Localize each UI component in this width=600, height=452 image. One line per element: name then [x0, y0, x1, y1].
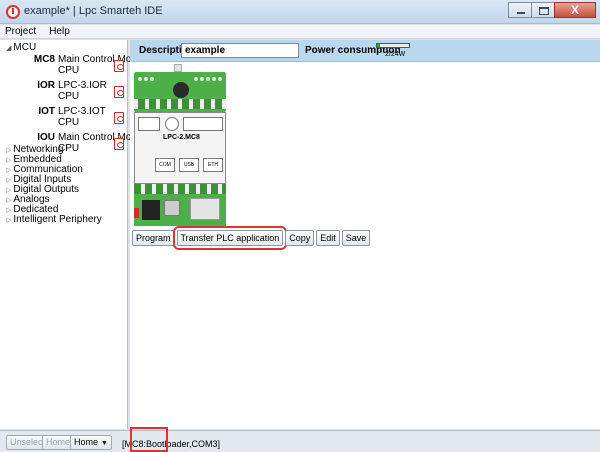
module-code: IOR [37, 80, 55, 91]
copy-button[interactable]: Copy [285, 230, 315, 246]
module-code: MC8 [33, 54, 55, 65]
power-consumption-value: 2/24W [385, 51, 406, 58]
module-tree: ◢ MCU MC8 Main Control Module CPU IOR LPC… [0, 40, 150, 429]
collapsed-triangle-icon: ▷ [6, 167, 12, 174]
collapsed-triangle-icon: ▷ [6, 187, 12, 194]
maximize-icon [539, 7, 549, 15]
collapsed-triangle-icon: ▷ [6, 217, 12, 224]
device-eth-socket [190, 198, 220, 220]
collapsed-triangle-icon: ▷ [6, 147, 12, 154]
pdf-icon[interactable] [114, 60, 124, 72]
device-bottom-connector [134, 184, 226, 226]
device-image: LPC-2.MC8 COM USB ETH [134, 64, 226, 227]
power-consumption-fill [377, 44, 380, 47]
description-input[interactable]: example [181, 43, 299, 58]
module-code: IOT [38, 106, 55, 117]
device-top-connector [134, 64, 226, 112]
status-highlight-box [130, 427, 168, 452]
menu-project[interactable]: Project [0, 25, 41, 39]
tree-node-mcu[interactable]: ◢ MCU [6, 42, 36, 53]
device-pins-bottom [134, 184, 226, 194]
device-usb-socket [164, 200, 180, 216]
module-sub: CPU [58, 117, 80, 128]
window-controls: X [508, 2, 596, 18]
device-red-marker [134, 208, 139, 218]
module-code: IOU [37, 132, 55, 143]
device-notch [174, 64, 182, 72]
status-bar: Unselect Home Home ▼ [MC8:Bootloader,COM3… [0, 430, 600, 452]
tree-node-intelligent-periphery[interactable]: ▷ Intelligent Periphery [6, 214, 102, 227]
collapsed-triangle-icon: ▷ [6, 177, 12, 184]
title-bar: example* | Lpc Smarteh IDE X [0, 0, 600, 24]
module-sub: CPU [58, 91, 80, 102]
device-port-usb: USB [179, 158, 199, 172]
device-fuse [165, 117, 179, 131]
menu-bar: Project Help [0, 25, 600, 39]
window-title: example* | Lpc Smarteh IDE [24, 5, 163, 17]
pdf-icon[interactable] [114, 86, 124, 98]
device-model-label: LPC-2.MC8 [163, 134, 200, 141]
collapsed-triangle-icon: ▷ [6, 207, 12, 214]
device-pins-top [134, 99, 226, 109]
save-button[interactable]: Save [341, 230, 371, 246]
device-terminal-right [194, 77, 222, 81]
transfer-plc-application-button[interactable]: Transfer PLC application [172, 226, 288, 250]
device-black-module [142, 200, 160, 220]
edit-button[interactable]: Edit [316, 230, 340, 246]
chevron-down-icon: ▼ [101, 440, 108, 447]
app-icon [6, 5, 20, 19]
device-port-com: COM [155, 158, 175, 172]
close-icon: X [570, 3, 579, 17]
module-name: LPC-3.IOT [58, 106, 106, 117]
pdf-icon[interactable] [114, 112, 124, 124]
pdf-icon[interactable] [114, 138, 124, 150]
maximize-button[interactable] [531, 2, 555, 18]
device-port-eth: ETH [203, 158, 223, 172]
program-button[interactable]: Program [132, 230, 175, 246]
close-button[interactable]: X [554, 2, 596, 18]
module-name: LPC-3.IOR [58, 80, 107, 91]
minimize-button[interactable] [508, 2, 532, 18]
device-body: LPC-2.MC8 COM USB ETH [134, 112, 226, 184]
main-panel: Description example Power consumption 2/… [130, 40, 600, 429]
menu-help[interactable]: Help [44, 25, 75, 39]
device-terminal-block [138, 117, 160, 131]
home-dropdown[interactable]: Home ▼ [70, 435, 112, 450]
device-knob [173, 82, 189, 98]
tree-node-label: MCU [13, 42, 37, 53]
home-dropdown-label: Home [74, 437, 99, 447]
power-consumption-bar [376, 43, 410, 48]
minimize-icon [517, 12, 525, 14]
action-buttons: Program Transfer PLC application Copy Ed… [132, 226, 371, 250]
collapsed-triangle-icon: ▷ [6, 197, 12, 204]
device-can-block [183, 117, 223, 131]
collapsed-triangle-icon: ▷ [6, 157, 12, 164]
expanded-triangle-icon: ◢ [6, 45, 12, 52]
device-terminal-left [138, 77, 158, 83]
module-sub: CPU [58, 65, 80, 76]
category-label: Intelligent Periphery [13, 214, 102, 225]
description-bar: Description example Power consumption 2/… [130, 40, 600, 62]
